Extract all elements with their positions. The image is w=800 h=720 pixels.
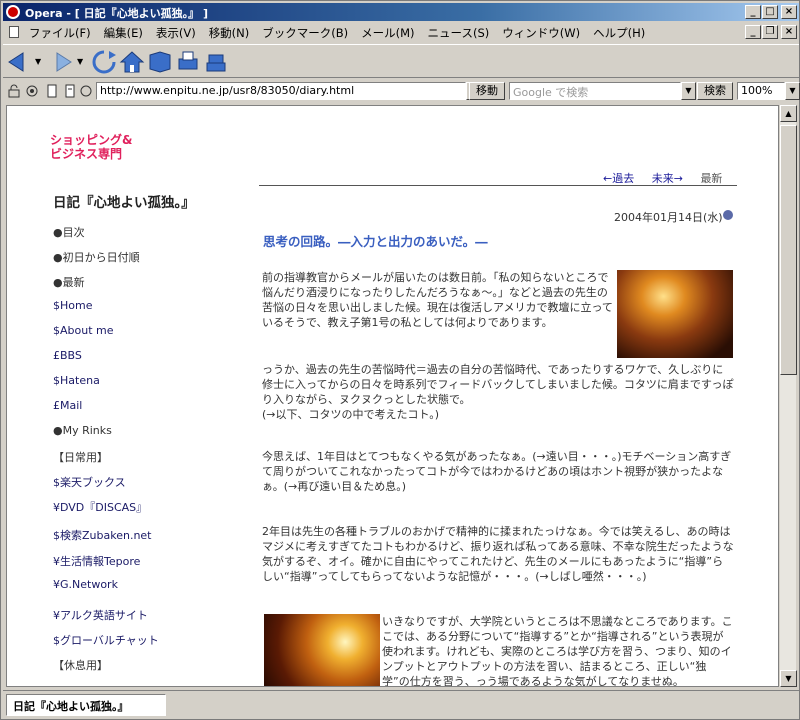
opera-window: Opera - [ 日記『心地よい孤独。』 ] _ □ × ファイル(F) 編集(… xyxy=(0,0,800,720)
vertical-scrollbar[interactable]: ▲ ▼ xyxy=(779,105,797,687)
sidebar-link[interactable]: ¥G.Network xyxy=(53,578,118,591)
sidebar-link[interactable]: $Hatena xyxy=(53,374,100,387)
search-button[interactable]: 検索 xyxy=(697,82,733,100)
next-link[interactable]: 未来→ xyxy=(652,172,683,185)
sidebar-link[interactable]: ●初日から日付順 xyxy=(53,249,140,265)
shopping-logo[interactable]: ショッピング& ビジネス専門 xyxy=(50,133,132,161)
mdi-close-button[interactable]: × xyxy=(781,25,797,39)
logo-line-2: ビジネス専門 xyxy=(50,147,123,161)
sidebar-link[interactable]: ¥アルク英語サイト xyxy=(53,607,148,623)
menu-item[interactable]: ファイル(F) xyxy=(29,25,91,41)
lock-icon[interactable] xyxy=(7,84,21,98)
print-icon[interactable] xyxy=(175,49,201,75)
window-title: Opera - [ 日記『心地よい孤独。』 ] xyxy=(25,7,208,20)
paragraph-3: 今思えば、1年目はとてつもなくやる気があったなぁ。(→遠い目・・・。)モチベーシ… xyxy=(262,450,732,493)
paragraph-1: 前の指導教官からメールが届いたのは数日前。「私の知らないところで悩んだり酒浸りに… xyxy=(262,271,613,329)
search-dropdown-icon[interactable]: ▼ xyxy=(681,82,696,100)
back-dropdown-icon[interactable]: ▼ xyxy=(35,57,41,66)
bullet-dot-icon xyxy=(723,210,733,220)
entry-photo-1 xyxy=(617,270,733,358)
minimize-button[interactable]: _ xyxy=(745,5,761,19)
menu-item[interactable]: 表示(V) xyxy=(156,25,196,41)
close-button[interactable]: × xyxy=(781,5,797,19)
sidebar-link[interactable]: ¥生活情報Tepore xyxy=(53,553,140,569)
hotlist-icon[interactable] xyxy=(147,49,173,75)
sidebar-link[interactable]: $グローバルチャット xyxy=(53,632,159,648)
cookie-icon[interactable] xyxy=(25,84,39,98)
maximize-button[interactable]: □ xyxy=(762,5,778,19)
entry-date: 2004年01月14日(水) xyxy=(614,211,723,224)
go-button[interactable]: 移動 xyxy=(469,82,505,100)
scroll-down-icon[interactable]: ▼ xyxy=(780,670,797,687)
page-icon[interactable] xyxy=(45,84,59,98)
divider xyxy=(259,185,737,186)
status-bar: 日記『心地よい孤独。』 xyxy=(3,690,799,719)
home-icon[interactable] xyxy=(119,49,145,75)
title-bar: Opera - [ 日記『心地よい孤独。』 ] _ □ × xyxy=(3,3,799,21)
menu-item[interactable]: ブックマーク(B) xyxy=(262,25,348,41)
address-toolbar: http://www.enpitu.ne.jp/usr8/83050/diary… xyxy=(3,80,800,102)
menu-item[interactable]: ヘルプ(H) xyxy=(593,25,645,41)
opera-logo-icon xyxy=(6,5,20,19)
sidebar-link[interactable]: ●目次 xyxy=(53,224,85,240)
sidebar-link[interactable]: ●My Rinks xyxy=(53,424,112,437)
address-input[interactable]: http://www.enpitu.ne.jp/usr8/83050/diary… xyxy=(96,82,466,100)
site-title: 日記『心地よい孤独。』 xyxy=(53,195,195,211)
mdi-minimize-button[interactable]: _ xyxy=(745,25,761,39)
menu-item[interactable]: 編集(E) xyxy=(104,25,143,41)
sidebar-link[interactable]: £Mail xyxy=(53,399,82,412)
page-tab[interactable]: 日記『心地よい孤独。』 xyxy=(6,694,166,716)
entry-heading: 思考の回路。―入力と出力のあいだ。― xyxy=(263,234,488,249)
menu-item[interactable]: 移動(N) xyxy=(209,25,250,41)
prev-link[interactable]: ←過去 xyxy=(603,172,634,185)
scroll-thumb[interactable] xyxy=(780,125,797,375)
notes-icon[interactable] xyxy=(203,49,229,75)
forward-icon[interactable] xyxy=(49,49,75,75)
forward-dropdown-icon[interactable]: ▼ xyxy=(77,57,83,66)
paragraph-5: いきなりですが、大学院というところは不思議なところであります。ここでは、ある分野… xyxy=(382,615,733,687)
sidebar-link[interactable]: ●最新 xyxy=(53,274,85,290)
latest-link[interactable]: 最新 xyxy=(700,172,722,185)
mdi-restore-button[interactable]: ❐ xyxy=(762,25,778,39)
sidebar-link[interactable]: 【日常用】 xyxy=(53,449,108,465)
reload-icon[interactable] xyxy=(91,49,117,75)
zoom-field[interactable]: 100% xyxy=(737,82,785,100)
menu-bar: ファイル(F) 編集(E) 表示(V) 移動(N) ブックマーク(B) メール(M) ニュー… xyxy=(3,22,799,42)
scroll-up-icon[interactable]: ▲ xyxy=(780,105,797,122)
paragraph-4: 2年目は先生の各種トラブルのおかげで精神的に揉まれたっけなぁ。今では笑えるし、あ… xyxy=(262,525,734,583)
sidebar-link[interactable]: £BBS xyxy=(53,349,82,362)
sidebar-link[interactable]: $Home xyxy=(53,299,92,312)
sidebar-link[interactable]: ¥DVD『DISCAS』 xyxy=(53,499,147,515)
document-icon xyxy=(9,26,19,38)
sidebar-link[interactable]: $About me xyxy=(53,324,114,337)
menu-item[interactable]: ニュース(S) xyxy=(428,25,490,41)
menu-item[interactable]: ウィンドウ(W) xyxy=(502,25,580,41)
search-input[interactable]: Google で検索 xyxy=(509,82,681,100)
back-icon[interactable] xyxy=(7,49,33,75)
page-viewport: ショッピング& ビジネス専門 日記『心地よい孤独。』 ●目次 ●初日から日付順 ●最… xyxy=(6,105,779,687)
user-mode-icon[interactable] xyxy=(63,84,77,98)
pager: ←過去 未来→ 最新 xyxy=(603,170,722,186)
sidebar-link[interactable]: $楽天ブックス xyxy=(53,474,126,490)
sidebar-link[interactable]: 【休息用】 xyxy=(53,657,108,673)
paragraph-2: っうか、過去の先生の苦悩時代＝過去の自分の苦悩時代、であったりするワケで、久しぶ… xyxy=(262,363,734,421)
menu-items: ファイル(F) 編集(E) 表示(V) 移動(N) ブックマーク(B) メール(M) ニュー… xyxy=(29,25,658,41)
zoom-dropdown-icon[interactable]: ▼ xyxy=(785,82,800,100)
entry-photo-2 xyxy=(264,614,380,686)
logo-line-1: ショッピング& xyxy=(50,133,133,147)
sidebar-link[interactable]: $検索Zubaken.net xyxy=(53,527,152,543)
menu-item[interactable]: メール(M) xyxy=(361,25,414,41)
navigation-toolbar: ▼ ▼ xyxy=(3,44,799,78)
security-info-icon[interactable] xyxy=(79,84,93,98)
